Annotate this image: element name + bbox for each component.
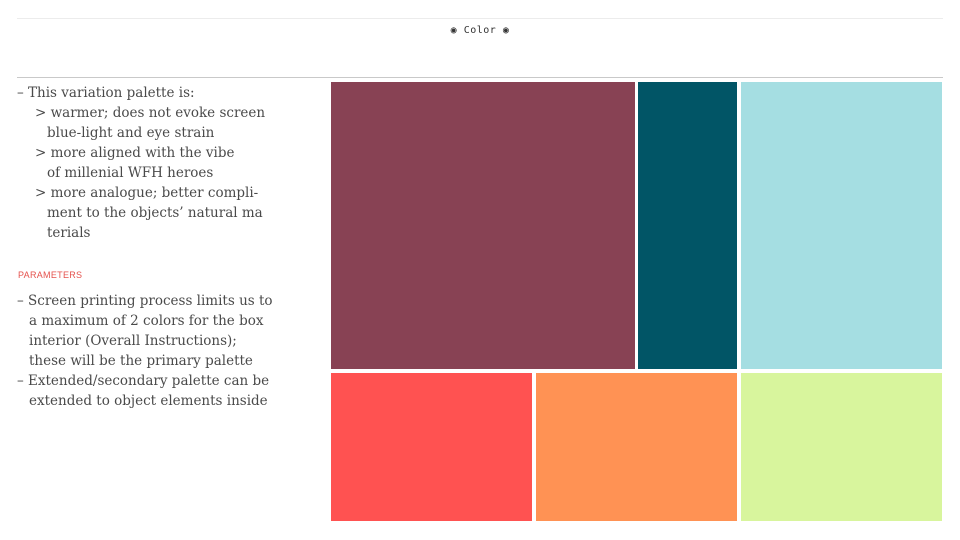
- parameter-line: a maximum of 2 colors for the box: [29, 313, 264, 329]
- parameter-line: extended to object elements inside: [29, 393, 268, 409]
- note-line: > warmer; does not evoke screen: [35, 105, 266, 121]
- swatch-orange: [536, 373, 737, 521]
- header-divider: [17, 77, 943, 78]
- note-line: – This variation palette is:: [17, 85, 195, 101]
- swatch-teal: [638, 82, 737, 369]
- parameter-line: – Screen printing process limits us to: [17, 293, 273, 309]
- swatch-light-blue: [741, 82, 942, 369]
- parameters-notes: – Screen printing process limits us to a…: [17, 291, 317, 411]
- parameter-line: – Extended/secondary palette can be: [17, 373, 270, 389]
- note-line: > more analogue; better compli-: [35, 185, 259, 201]
- note-line: terials: [47, 225, 91, 241]
- swatch-lime: [741, 373, 942, 521]
- swatch-plum: [331, 82, 635, 369]
- note-line: blue-light and eye strain: [47, 125, 215, 141]
- note-line: ment to the objects’ natural ma: [47, 205, 263, 221]
- parameter-line: interior (Overall Instructions);: [29, 333, 237, 349]
- note-line: of millenial WFH heroes: [47, 165, 214, 181]
- palette-notes: – This variation palette is: > warmer; d…: [17, 83, 317, 243]
- parameters-heading: PARAMETERS: [18, 270, 83, 280]
- parameter-line: these will be the primary palette: [29, 353, 253, 369]
- page-title: ◉ Color ◉: [450, 25, 510, 36]
- top-divider: [17, 18, 943, 19]
- swatch-coral: [331, 373, 532, 521]
- note-line: > more aligned with the vibe: [35, 145, 235, 161]
